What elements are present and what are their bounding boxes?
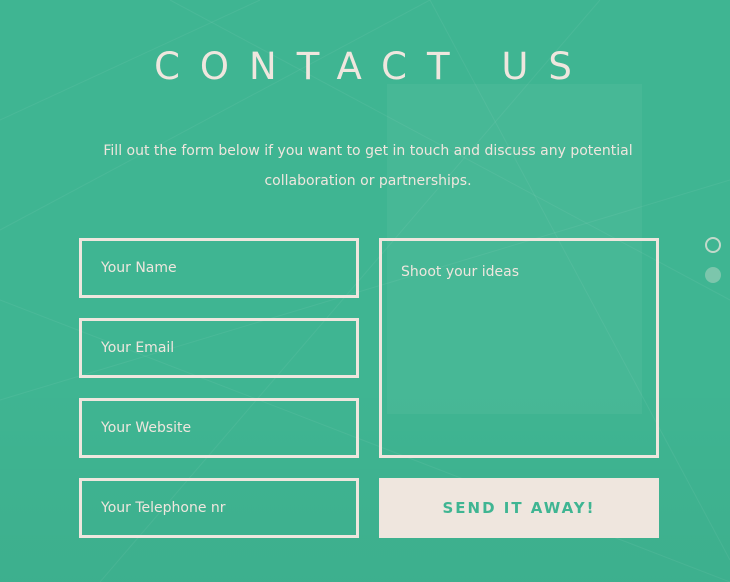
email-input[interactable] — [79, 318, 359, 378]
send-button[interactable]: SEND IT AWAY! — [379, 478, 659, 538]
intro-text: Fill out the form below if you want to g… — [103, 143, 633, 189]
message-textarea[interactable] — [379, 238, 659, 458]
telephone-input[interactable] — [79, 478, 359, 538]
pagination-dot-active[interactable] — [705, 237, 721, 253]
page-title: CONTACT US — [154, 44, 592, 88]
website-input[interactable] — [79, 398, 359, 458]
name-input[interactable] — [79, 238, 359, 298]
pagination-dot[interactable] — [705, 267, 721, 283]
